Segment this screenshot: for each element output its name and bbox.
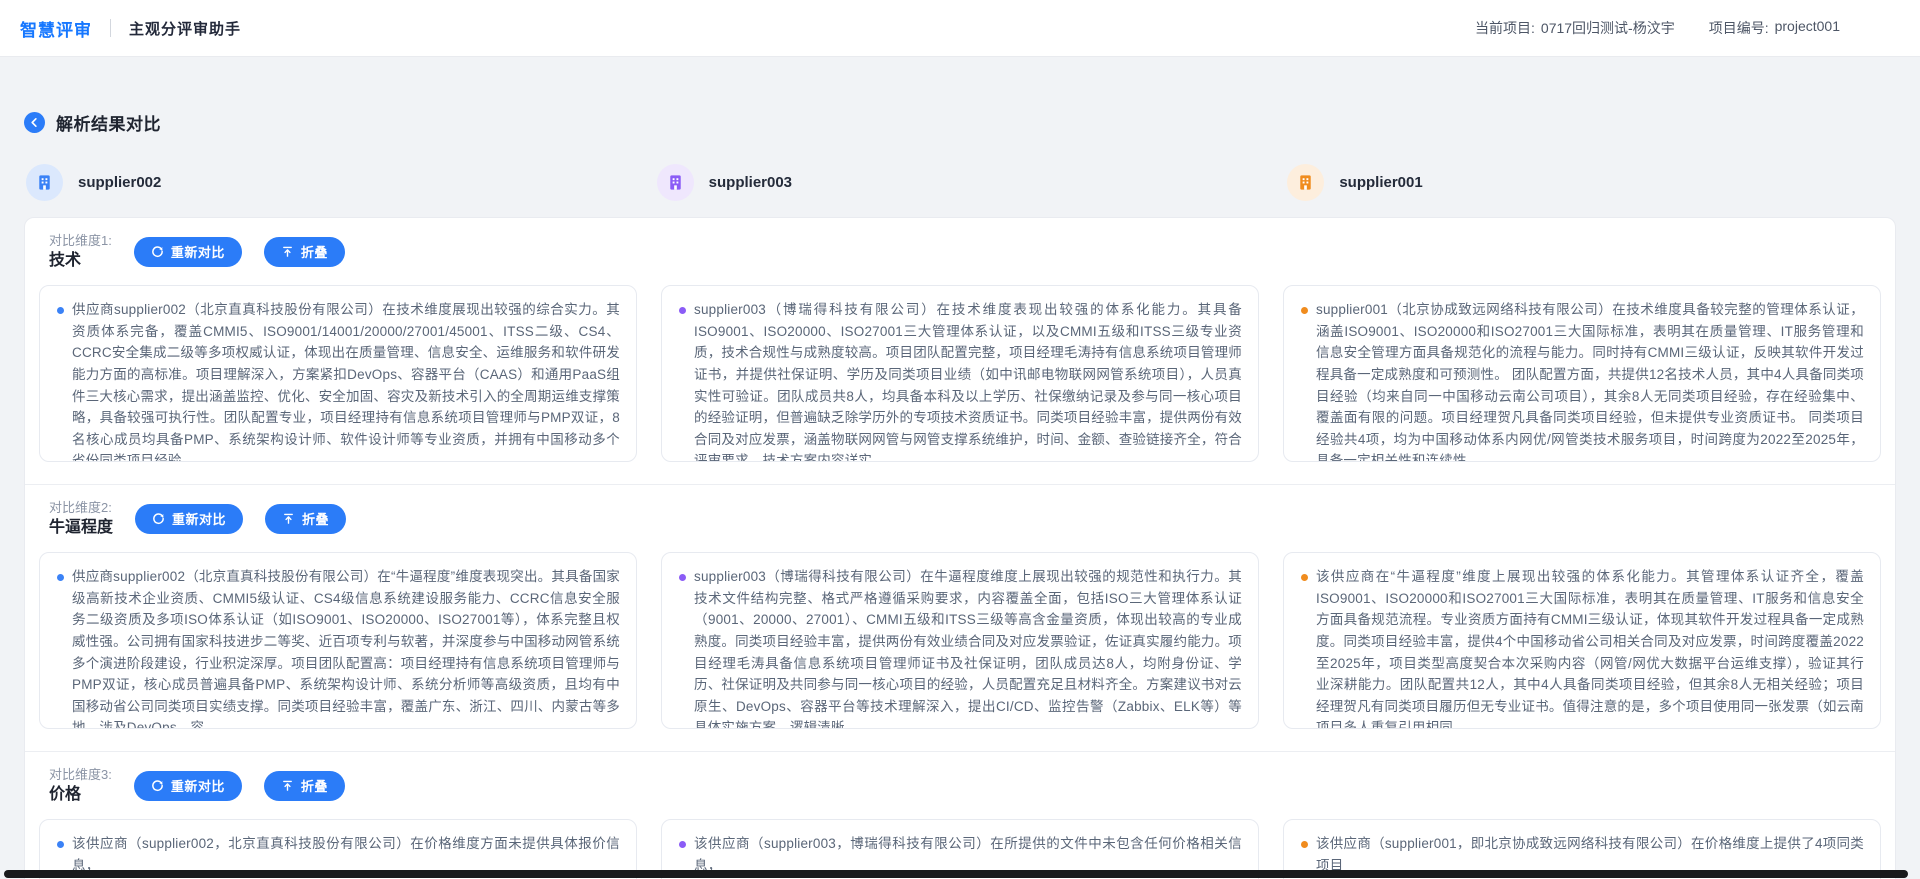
analysis-text: 该供应商（supplier001，即北京协成致远网络科技有限公司）在价格维度上提… (1316, 836, 1864, 873)
dimension-label: 对比维度2: (49, 499, 113, 517)
recompare-button[interactable]: 重新对比 (134, 237, 242, 267)
current-project-value: 0717回归测试-杨汶宇 (1541, 18, 1675, 38)
bullet-icon (679, 841, 686, 848)
analysis-text: 该供应商在“牛逼程度”维度上展现出较强的体系化能力。其管理体系认证齐全，覆盖IS… (1316, 569, 1864, 729)
building-icon (1287, 164, 1324, 201)
dimension-name: 技术 (49, 250, 112, 272)
analysis-text: supplier003（博瑞得科技有限公司）在技术维度表现出较强的体系化能力。其… (694, 302, 1242, 462)
supplier-header: supplier003 (657, 164, 1264, 201)
title-divider (110, 19, 111, 37)
refresh-icon (151, 779, 164, 792)
dimension-label: 对比维度3: (49, 766, 112, 784)
analysis-card: supplier003（博瑞得科技有限公司）在技术维度表现出较强的体系化能力。其… (661, 285, 1259, 462)
project-code-meta: 项目编号: project001 (1709, 18, 1840, 38)
brand-title: 智慧评审 (20, 16, 92, 41)
analysis-text: 供应商supplier002（北京直真科技股份有限公司）在“牛逼程度”维度表现突… (72, 569, 620, 729)
dimension-label: 对比维度1: (49, 232, 112, 250)
analysis-card: 供应商supplier002（北京直真科技股份有限公司）在技术维度展现出较强的综… (39, 285, 637, 462)
refresh-icon (152, 512, 165, 525)
current-project-meta: 当前项目: 0717回归测试-杨汶宇 (1475, 18, 1675, 38)
analysis-card: 供应商supplier002（北京直真科技股份有限公司）在“牛逼程度”维度表现突… (39, 552, 637, 729)
building-icon (26, 164, 63, 201)
analysis-card: 该供应商在“牛逼程度”维度上展现出较强的体系化能力。其管理体系认证齐全，覆盖IS… (1283, 552, 1881, 729)
bullet-icon (57, 307, 64, 314)
collapse-up-icon (281, 779, 294, 792)
back-button[interactable] (24, 112, 45, 133)
arrow-left-icon (29, 117, 40, 128)
bullet-icon (679, 574, 686, 581)
dimension-section-3: 对比维度3: 价格 重新对比 折叠 该供应商 (25, 752, 1895, 879)
collapse-button[interactable]: 折叠 (264, 237, 345, 267)
bullet-icon (1301, 841, 1308, 848)
supplier-header: supplier001 (1287, 164, 1894, 201)
collapse-button[interactable]: 折叠 (264, 771, 345, 801)
project-code-value: project001 (1775, 18, 1840, 38)
supplier-name: supplier001 (1339, 174, 1422, 191)
dimension-name: 牛逼程度 (49, 517, 113, 539)
recompare-label: 重新对比 (171, 776, 225, 795)
collapse-label: 折叠 (302, 509, 329, 528)
collapse-button[interactable]: 折叠 (265, 504, 346, 534)
collapse-up-icon (282, 512, 295, 525)
top-bar: 智慧评审 主观分评审助手 当前项目: 0717回归测试-杨汶宇 项目编号: pr… (0, 0, 1920, 57)
current-project-label: 当前项目: (1475, 18, 1535, 38)
analysis-text: supplier001（北京协成致远网络科技有限公司）在技术维度具备较完整的管理… (1316, 302, 1864, 462)
section-title: 解析结果对比 (56, 110, 161, 135)
analysis-text: 该供应商（supplier003，博瑞得科技有限公司）在所提供的文件中未包含任何… (694, 836, 1242, 873)
dimension-section-1: 对比维度1: 技术 重新对比 折叠 供应商s (25, 218, 1895, 485)
analysis-text: 该供应商（supplier002，北京直真科技股份有限公司）在价格维度方面未提供… (72, 836, 620, 873)
analysis-card: supplier003（博瑞得科技有限公司）在牛逼程度维度上展现出较强的规范性和… (661, 552, 1259, 729)
recompare-label: 重新对比 (171, 242, 225, 261)
project-code-label: 项目编号: (1709, 18, 1769, 38)
comparison-panel: 对比维度1: 技术 重新对比 折叠 供应商s (24, 217, 1896, 879)
supplier-name: supplier002 (78, 174, 161, 191)
horizontal-scrollbar[interactable] (4, 870, 1908, 878)
collapse-up-icon (281, 245, 294, 258)
bullet-icon (57, 841, 64, 848)
recompare-button[interactable]: 重新对比 (134, 771, 242, 801)
bullet-icon (1301, 574, 1308, 581)
supplier-name: supplier003 (709, 174, 792, 191)
bullet-icon (1301, 307, 1308, 314)
dimension-name: 价格 (49, 784, 112, 806)
analysis-text: supplier003（博瑞得科技有限公司）在牛逼程度维度上展现出较强的规范性和… (694, 569, 1242, 729)
building-icon (657, 164, 694, 201)
refresh-icon (151, 245, 164, 258)
supplier-header: supplier002 (26, 164, 633, 201)
recompare-label: 重新对比 (172, 509, 226, 528)
bullet-icon (679, 307, 686, 314)
analysis-card: supplier001（北京协成致远网络科技有限公司）在技术维度具备较完整的管理… (1283, 285, 1881, 462)
collapse-label: 折叠 (301, 242, 328, 261)
collapse-label: 折叠 (301, 776, 328, 795)
recompare-button[interactable]: 重新对比 (135, 504, 243, 534)
bullet-icon (57, 574, 64, 581)
supplier-header-row: supplier002 supplier003 supplier001 (24, 164, 1896, 201)
dimension-section-2: 对比维度2: 牛逼程度 重新对比 折叠 供应 (25, 485, 1895, 752)
page-title: 主观分评审助手 (129, 18, 241, 39)
analysis-text: 供应商supplier002（北京直真科技股份有限公司）在技术维度展现出较强的综… (72, 302, 620, 462)
